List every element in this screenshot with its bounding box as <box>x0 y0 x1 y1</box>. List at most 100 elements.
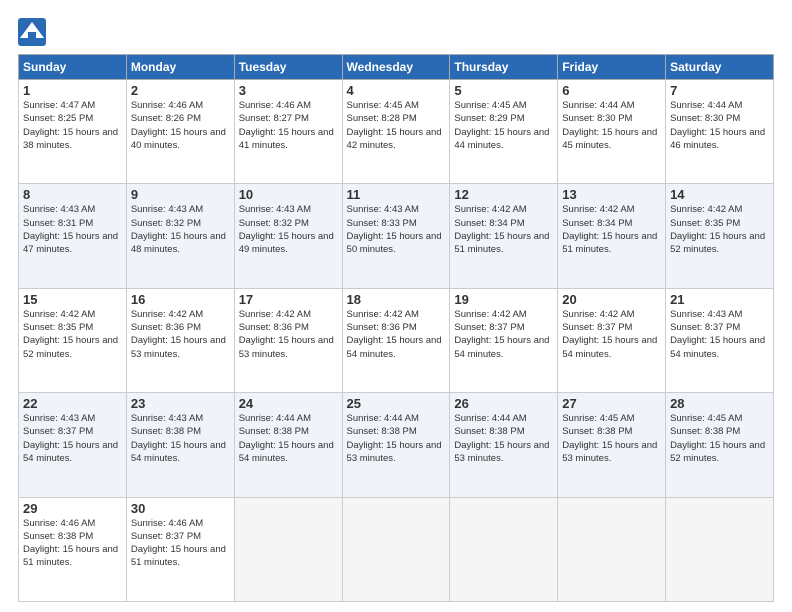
day-info: Sunrise: 4:45 AMSunset: 8:29 PMDaylight:… <box>454 99 553 152</box>
calendar-cell: 10Sunrise: 4:43 AMSunset: 8:32 PMDayligh… <box>234 184 342 288</box>
day-info: Sunrise: 4:44 AMSunset: 8:38 PMDaylight:… <box>454 412 553 465</box>
logo-icon <box>18 18 46 46</box>
calendar-cell: 26Sunrise: 4:44 AMSunset: 8:38 PMDayligh… <box>450 393 558 497</box>
day-number: 30 <box>131 501 230 516</box>
calendar-week-5: 29Sunrise: 4:46 AMSunset: 8:38 PMDayligh… <box>19 497 774 601</box>
day-info: Sunrise: 4:42 AMSunset: 8:37 PMDaylight:… <box>562 308 661 361</box>
logo <box>18 18 49 46</box>
calendar-cell: 9Sunrise: 4:43 AMSunset: 8:32 PMDaylight… <box>126 184 234 288</box>
day-info: Sunrise: 4:44 AMSunset: 8:38 PMDaylight:… <box>239 412 338 465</box>
day-number: 8 <box>23 187 122 202</box>
calendar-cell <box>666 497 774 601</box>
calendar-cell: 1Sunrise: 4:47 AMSunset: 8:25 PMDaylight… <box>19 80 127 184</box>
calendar-cell: 5Sunrise: 4:45 AMSunset: 8:29 PMDaylight… <box>450 80 558 184</box>
day-info: Sunrise: 4:42 AMSunset: 8:34 PMDaylight:… <box>454 203 553 256</box>
day-number: 12 <box>454 187 553 202</box>
calendar-cell: 2Sunrise: 4:46 AMSunset: 8:26 PMDaylight… <box>126 80 234 184</box>
calendar-cell: 25Sunrise: 4:44 AMSunset: 8:38 PMDayligh… <box>342 393 450 497</box>
calendar-cell: 13Sunrise: 4:42 AMSunset: 8:34 PMDayligh… <box>558 184 666 288</box>
day-info: Sunrise: 4:42 AMSunset: 8:36 PMDaylight:… <box>131 308 230 361</box>
day-number: 6 <box>562 83 661 98</box>
calendar-cell: 20Sunrise: 4:42 AMSunset: 8:37 PMDayligh… <box>558 288 666 392</box>
day-header-friday: Friday <box>558 55 666 80</box>
day-number: 9 <box>131 187 230 202</box>
day-number: 10 <box>239 187 338 202</box>
day-info: Sunrise: 4:43 AMSunset: 8:32 PMDaylight:… <box>131 203 230 256</box>
day-info: Sunrise: 4:47 AMSunset: 8:25 PMDaylight:… <box>23 99 122 152</box>
day-info: Sunrise: 4:46 AMSunset: 8:26 PMDaylight:… <box>131 99 230 152</box>
calendar-cell: 8Sunrise: 4:43 AMSunset: 8:31 PMDaylight… <box>19 184 127 288</box>
day-header-thursday: Thursday <box>450 55 558 80</box>
day-number: 20 <box>562 292 661 307</box>
header-row: SundayMondayTuesdayWednesdayThursdayFrid… <box>19 55 774 80</box>
day-number: 21 <box>670 292 769 307</box>
calendar-cell: 19Sunrise: 4:42 AMSunset: 8:37 PMDayligh… <box>450 288 558 392</box>
day-info: Sunrise: 4:43 AMSunset: 8:38 PMDaylight:… <box>131 412 230 465</box>
day-info: Sunrise: 4:42 AMSunset: 8:34 PMDaylight:… <box>562 203 661 256</box>
calendar-cell: 6Sunrise: 4:44 AMSunset: 8:30 PMDaylight… <box>558 80 666 184</box>
header <box>18 18 774 46</box>
day-number: 4 <box>347 83 446 98</box>
day-info: Sunrise: 4:42 AMSunset: 8:37 PMDaylight:… <box>454 308 553 361</box>
calendar-cell <box>450 497 558 601</box>
day-info: Sunrise: 4:43 AMSunset: 8:37 PMDaylight:… <box>23 412 122 465</box>
day-number: 5 <box>454 83 553 98</box>
calendar-cell <box>558 497 666 601</box>
day-header-sunday: Sunday <box>19 55 127 80</box>
day-info: Sunrise: 4:43 AMSunset: 8:32 PMDaylight:… <box>239 203 338 256</box>
calendar-week-4: 22Sunrise: 4:43 AMSunset: 8:37 PMDayligh… <box>19 393 774 497</box>
day-info: Sunrise: 4:44 AMSunset: 8:38 PMDaylight:… <box>347 412 446 465</box>
calendar-cell <box>234 497 342 601</box>
day-info: Sunrise: 4:42 AMSunset: 8:36 PMDaylight:… <box>239 308 338 361</box>
calendar-week-1: 1Sunrise: 4:47 AMSunset: 8:25 PMDaylight… <box>19 80 774 184</box>
day-info: Sunrise: 4:44 AMSunset: 8:30 PMDaylight:… <box>562 99 661 152</box>
day-number: 22 <box>23 396 122 411</box>
day-header-wednesday: Wednesday <box>342 55 450 80</box>
calendar-table: SundayMondayTuesdayWednesdayThursdayFrid… <box>18 54 774 602</box>
calendar-week-3: 15Sunrise: 4:42 AMSunset: 8:35 PMDayligh… <box>19 288 774 392</box>
day-number: 13 <box>562 187 661 202</box>
day-number: 28 <box>670 396 769 411</box>
day-number: 2 <box>131 83 230 98</box>
calendar-cell: 14Sunrise: 4:42 AMSunset: 8:35 PMDayligh… <box>666 184 774 288</box>
day-info: Sunrise: 4:46 AMSunset: 8:27 PMDaylight:… <box>239 99 338 152</box>
calendar-cell: 7Sunrise: 4:44 AMSunset: 8:30 PMDaylight… <box>666 80 774 184</box>
day-info: Sunrise: 4:46 AMSunset: 8:38 PMDaylight:… <box>23 517 122 570</box>
calendar-week-2: 8Sunrise: 4:43 AMSunset: 8:31 PMDaylight… <box>19 184 774 288</box>
day-number: 16 <box>131 292 230 307</box>
calendar-cell: 29Sunrise: 4:46 AMSunset: 8:38 PMDayligh… <box>19 497 127 601</box>
calendar-cell: 15Sunrise: 4:42 AMSunset: 8:35 PMDayligh… <box>19 288 127 392</box>
day-number: 11 <box>347 187 446 202</box>
calendar-cell: 12Sunrise: 4:42 AMSunset: 8:34 PMDayligh… <box>450 184 558 288</box>
day-info: Sunrise: 4:43 AMSunset: 8:31 PMDaylight:… <box>23 203 122 256</box>
page: SundayMondayTuesdayWednesdayThursdayFrid… <box>0 0 792 612</box>
calendar-cell: 18Sunrise: 4:42 AMSunset: 8:36 PMDayligh… <box>342 288 450 392</box>
calendar-cell: 21Sunrise: 4:43 AMSunset: 8:37 PMDayligh… <box>666 288 774 392</box>
calendar-cell: 17Sunrise: 4:42 AMSunset: 8:36 PMDayligh… <box>234 288 342 392</box>
calendar-cell: 16Sunrise: 4:42 AMSunset: 8:36 PMDayligh… <box>126 288 234 392</box>
day-info: Sunrise: 4:42 AMSunset: 8:35 PMDaylight:… <box>670 203 769 256</box>
day-info: Sunrise: 4:46 AMSunset: 8:37 PMDaylight:… <box>131 517 230 570</box>
calendar-cell: 3Sunrise: 4:46 AMSunset: 8:27 PMDaylight… <box>234 80 342 184</box>
day-info: Sunrise: 4:42 AMSunset: 8:35 PMDaylight:… <box>23 308 122 361</box>
day-number: 25 <box>347 396 446 411</box>
day-number: 14 <box>670 187 769 202</box>
day-number: 29 <box>23 501 122 516</box>
day-info: Sunrise: 4:44 AMSunset: 8:30 PMDaylight:… <box>670 99 769 152</box>
day-info: Sunrise: 4:45 AMSunset: 8:38 PMDaylight:… <box>670 412 769 465</box>
day-number: 18 <box>347 292 446 307</box>
calendar-cell: 28Sunrise: 4:45 AMSunset: 8:38 PMDayligh… <box>666 393 774 497</box>
day-number: 17 <box>239 292 338 307</box>
calendar-cell: 22Sunrise: 4:43 AMSunset: 8:37 PMDayligh… <box>19 393 127 497</box>
day-number: 27 <box>562 396 661 411</box>
calendar-cell: 27Sunrise: 4:45 AMSunset: 8:38 PMDayligh… <box>558 393 666 497</box>
day-number: 7 <box>670 83 769 98</box>
day-header-saturday: Saturday <box>666 55 774 80</box>
day-info: Sunrise: 4:43 AMSunset: 8:37 PMDaylight:… <box>670 308 769 361</box>
day-info: Sunrise: 4:45 AMSunset: 8:28 PMDaylight:… <box>347 99 446 152</box>
day-info: Sunrise: 4:45 AMSunset: 8:38 PMDaylight:… <box>562 412 661 465</box>
day-header-monday: Monday <box>126 55 234 80</box>
day-number: 19 <box>454 292 553 307</box>
day-number: 15 <box>23 292 122 307</box>
day-number: 23 <box>131 396 230 411</box>
